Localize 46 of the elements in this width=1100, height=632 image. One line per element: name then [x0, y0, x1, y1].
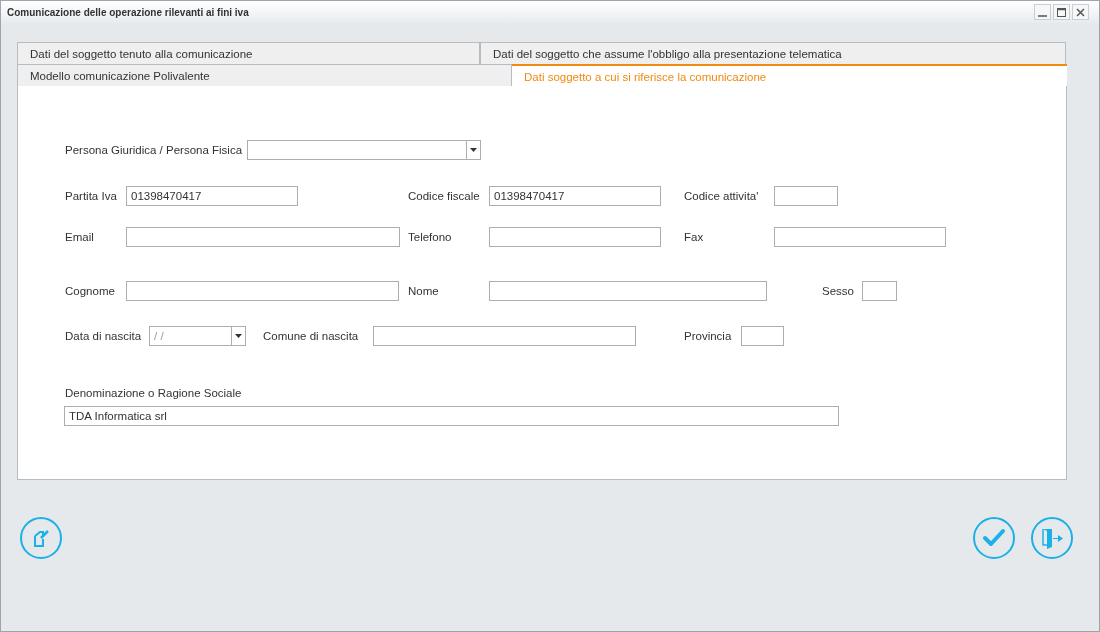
edit-button[interactable] [20, 517, 62, 559]
text-field[interactable] [774, 186, 838, 206]
caret-icon [235, 334, 242, 338]
field-label: Denominazione o Ragione Sociale [65, 386, 242, 401]
text-field[interactable]: 01398470417 [126, 186, 298, 206]
text-field[interactable] [373, 326, 636, 346]
date-picker[interactable]: / / [149, 326, 246, 346]
close-button[interactable] [1072, 4, 1089, 20]
text-field[interactable] [774, 227, 946, 247]
field-label: Fax [684, 229, 705, 245]
field-label: Sesso [822, 283, 855, 299]
text-field[interactable] [489, 281, 767, 301]
exit-button[interactable] [1031, 517, 1073, 559]
text-field[interactable] [862, 281, 897, 301]
tab[interactable]: Dati del soggetto che assume l'obbligo alla presentazione telematica [480, 42, 1066, 64]
dropdown-button[interactable] [466, 141, 480, 159]
text-field[interactable] [489, 227, 661, 247]
close-icon [1076, 7, 1085, 17]
confirm-button[interactable] [973, 517, 1015, 559]
tab[interactable]: Modello comunicazione Polivalente [17, 64, 512, 86]
text-field[interactable]: 01398470417 [489, 186, 661, 206]
text-field[interactable] [126, 227, 400, 247]
field-label: Cognome [65, 283, 116, 299]
checkmark-icon [982, 528, 1006, 548]
exit-door-icon [1040, 527, 1064, 549]
caret-icon [470, 148, 477, 152]
maximize-icon [1057, 7, 1066, 17]
tab[interactable]: Dati del soggetto tenuto alla comunicazione [17, 42, 480, 64]
field-label: Codice fiscale [408, 188, 481, 204]
field-label: Nome [408, 283, 440, 299]
text-field[interactable] [126, 281, 399, 301]
field-label: Provincia [684, 328, 733, 344]
field-label: Telefono [408, 229, 453, 245]
field-label: Email [65, 229, 95, 245]
window-title: Comunicazione delle operazione rilevanti ai fini iva [7, 5, 250, 20]
text-field[interactable]: TDA Informatica srl [64, 406, 839, 427]
dropdown-button[interactable] [231, 327, 245, 345]
field-label: Data di nascita [65, 328, 143, 344]
minimize-icon [1038, 14, 1047, 17]
field-label: Comune di nascita [263, 328, 360, 344]
field-label: Partita Iva [65, 188, 118, 204]
minimize-button[interactable] [1034, 4, 1051, 20]
maximize-button[interactable] [1053, 4, 1070, 20]
field-label: Codice attivita' [684, 188, 760, 204]
text-field[interactable] [741, 326, 784, 346]
field-label: Persona Giuridica / Persona Fisica [65, 142, 244, 158]
